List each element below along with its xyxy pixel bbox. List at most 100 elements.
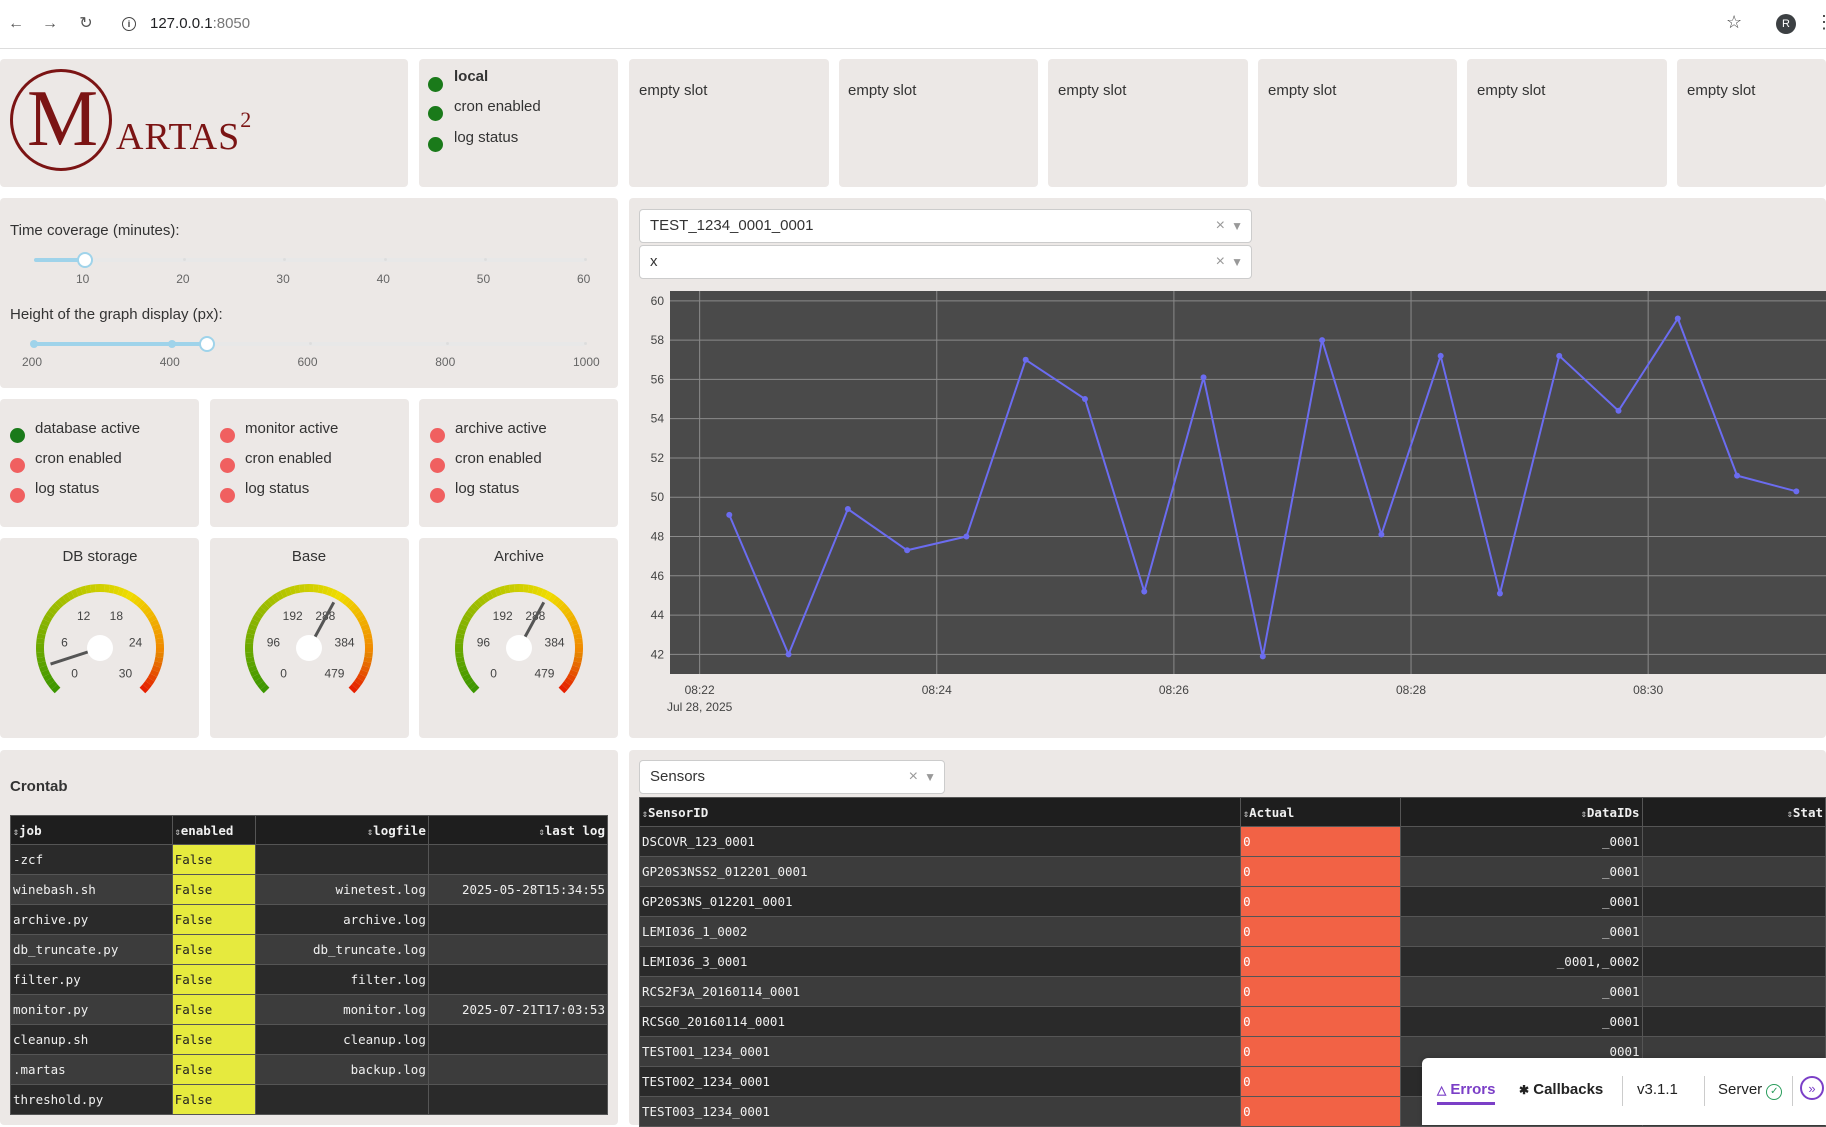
address-bar[interactable]: 127.0.0.1:8050 bbox=[150, 10, 250, 38]
gauge-arc-segment bbox=[47, 617, 49, 621]
clear-icon[interactable]: × bbox=[1216, 210, 1225, 242]
column-header[interactable]: ⇕job bbox=[11, 816, 173, 845]
status-label: log status bbox=[455, 480, 519, 497]
table-cell: _0001 bbox=[1401, 917, 1642, 947]
data-point[interactable] bbox=[1793, 488, 1799, 494]
gauge-arc-segment bbox=[54, 606, 57, 609]
gauge-arc-segment bbox=[42, 629, 43, 634]
column-header[interactable]: ⇕DataIDs bbox=[1401, 798, 1642, 827]
column-header[interactable]: ⇕Stat bbox=[1642, 798, 1825, 827]
errors-tab[interactable]: △ Errors bbox=[1437, 1081, 1495, 1105]
gauge-arc-segment bbox=[286, 591, 290, 593]
gauge-arc-segment bbox=[249, 639, 250, 644]
table-cell: monitor.log bbox=[256, 995, 428, 1025]
log-status-dot bbox=[428, 137, 443, 152]
table-row: threshold.pyFalse bbox=[11, 1085, 608, 1115]
gauge-arc-segment bbox=[153, 671, 155, 675]
data-point[interactable] bbox=[1201, 374, 1207, 380]
column-header[interactable]: ⇕last log bbox=[428, 816, 607, 845]
gauge-arc-segment bbox=[328, 591, 332, 593]
data-point[interactable] bbox=[1616, 408, 1622, 414]
collapse-devtools-icon[interactable]: » bbox=[1800, 1076, 1824, 1100]
data-point[interactable] bbox=[1319, 337, 1325, 343]
gauge-arc-segment bbox=[86, 589, 91, 590]
gauge-arc-segment bbox=[114, 590, 119, 591]
gauge-arc-segment bbox=[258, 613, 261, 617]
time-tick-label: 50 bbox=[477, 272, 490, 286]
time-tick-label: 40 bbox=[377, 272, 390, 286]
table-cell bbox=[428, 1055, 607, 1085]
data-point[interactable] bbox=[845, 506, 851, 512]
data-point[interactable] bbox=[963, 534, 969, 540]
gauge-title: Base bbox=[249, 548, 369, 565]
sensors-dropdown[interactable]: Sensors × ▼ bbox=[639, 760, 945, 794]
data-point[interactable] bbox=[786, 651, 792, 657]
table-cell: 0 bbox=[1241, 917, 1401, 947]
data-point[interactable] bbox=[1082, 396, 1088, 402]
site-info-icon[interactable]: i bbox=[122, 17, 136, 31]
martas-logo-text: ARTAS2 bbox=[116, 115, 252, 159]
profile-avatar[interactable]: R bbox=[1776, 14, 1796, 34]
table-cell: False bbox=[172, 1085, 256, 1115]
gauge-arc-segment bbox=[155, 667, 157, 671]
gauge-arc-segment bbox=[360, 675, 362, 679]
data-point[interactable] bbox=[1734, 473, 1740, 479]
data-point[interactable] bbox=[1556, 353, 1562, 359]
height-tick-label: 400 bbox=[160, 355, 180, 369]
clear-icon[interactable]: × bbox=[909, 761, 918, 793]
gauge-arc-segment bbox=[158, 657, 159, 662]
time-slider-track[interactable] bbox=[34, 258, 585, 262]
forward-icon[interactable]: → bbox=[40, 14, 60, 34]
callbacks-tab[interactable]: ✱ Callbacks bbox=[1519, 1081, 1603, 1098]
gauge-arc-segment bbox=[58, 602, 61, 605]
gauge-arc-segment bbox=[109, 589, 114, 590]
timeseries-chart[interactable]: 4244464850525456586008:22Jul 28, 202508:… bbox=[629, 285, 1826, 725]
x-date-label: Jul 28, 2025 bbox=[667, 700, 733, 714]
key-dropdown[interactable]: x × ▼ bbox=[639, 245, 1252, 279]
chevron-down-icon[interactable]: ▼ bbox=[1231, 246, 1243, 278]
table-cell: 0 bbox=[1241, 887, 1401, 917]
gauge-tick-label: 479 bbox=[324, 666, 344, 680]
gauge-arc-segment bbox=[340, 597, 344, 600]
table-cell: False bbox=[172, 845, 256, 875]
column-header[interactable]: ⇕Actual bbox=[1241, 798, 1401, 827]
column-header[interactable]: ⇕SensorID bbox=[640, 798, 1241, 827]
gauge-arc-segment bbox=[51, 609, 54, 613]
gauge-arc-segment bbox=[139, 602, 142, 605]
clear-icon[interactable]: × bbox=[1216, 246, 1225, 278]
gauge-arc-segment bbox=[473, 687, 476, 690]
table-cell bbox=[428, 845, 607, 875]
table-cell: TEST002_1234_0001 bbox=[640, 1067, 1241, 1097]
menu-icon[interactable]: ⋮ bbox=[1815, 12, 1826, 33]
chevron-down-icon[interactable]: ▼ bbox=[1231, 210, 1243, 242]
chevron-down-icon[interactable]: ▼ bbox=[924, 761, 936, 793]
slider-tick-dot bbox=[584, 258, 587, 261]
data-point[interactable] bbox=[1675, 315, 1681, 321]
table-cell: False bbox=[172, 1025, 256, 1055]
column-header[interactable]: ⇕logfile bbox=[256, 816, 428, 845]
data-point[interactable] bbox=[904, 547, 910, 553]
gauge-hub bbox=[87, 635, 113, 661]
gauge-hub bbox=[296, 635, 322, 661]
column-label: job bbox=[19, 823, 42, 838]
gauge-arc-segment bbox=[290, 590, 295, 591]
data-point[interactable] bbox=[726, 512, 732, 518]
sensor-dropdown[interactable]: TEST_1234_0001_0001 × ▼ bbox=[639, 209, 1252, 243]
data-point[interactable] bbox=[1141, 589, 1147, 595]
reload-icon[interactable]: ↻ bbox=[76, 14, 96, 34]
data-point[interactable] bbox=[1497, 590, 1503, 596]
time-slider-handle[interactable] bbox=[77, 252, 93, 268]
data-point[interactable] bbox=[1378, 532, 1384, 538]
gauge-arc-segment bbox=[77, 591, 81, 593]
data-point[interactable] bbox=[1023, 357, 1029, 363]
data-point[interactable] bbox=[1260, 653, 1266, 659]
data-point[interactable] bbox=[1438, 353, 1444, 359]
bookmark-star-icon[interactable]: ☆ bbox=[1726, 12, 1742, 33]
slot-label-3: empty slot bbox=[1058, 82, 1126, 99]
warning-icon: △ bbox=[1437, 1083, 1446, 1097]
back-icon[interactable]: ← bbox=[6, 14, 26, 34]
column-header[interactable]: ⇕enabled bbox=[172, 816, 256, 845]
gauge-arc-segment bbox=[45, 671, 47, 675]
gauge-arc-segment bbox=[49, 679, 52, 683]
gauge-arc-segment bbox=[142, 606, 145, 609]
